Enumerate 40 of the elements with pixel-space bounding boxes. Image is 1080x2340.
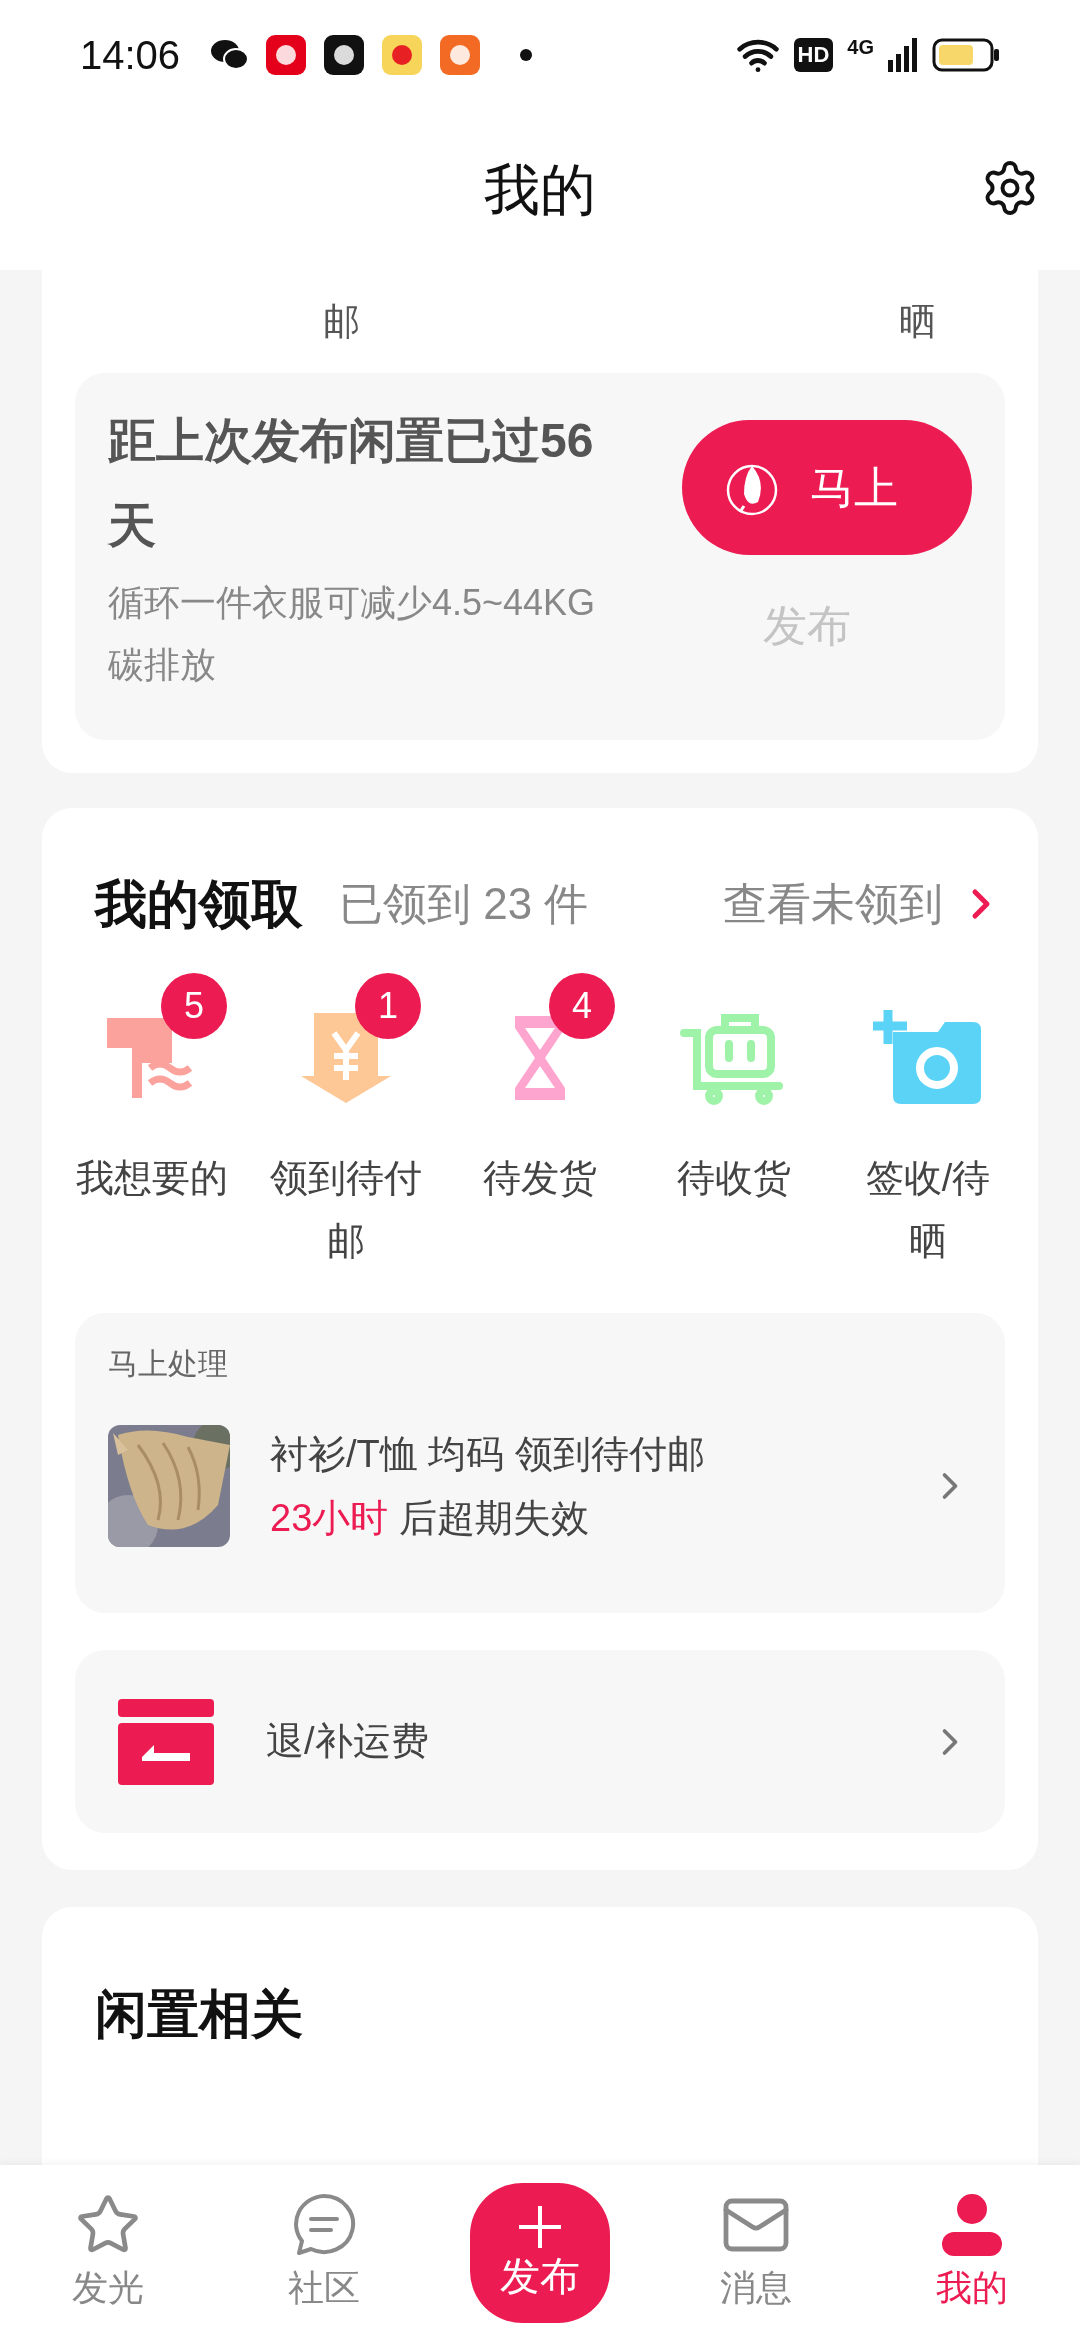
tab[interactable]: 社区 xyxy=(216,2165,432,2340)
reminder-subtitle: 循环一件衣服可减少4.5~44KG碳排放 xyxy=(108,581,597,687)
order-status-label: 晒 xyxy=(897,299,937,344)
view-unclaimed-link[interactable]: 查看未领到 xyxy=(723,871,1005,937)
app-icon xyxy=(324,35,365,75)
claim-status-button[interactable]: 待收货 xyxy=(637,969,831,1273)
battery-icon xyxy=(932,38,1000,72)
app-icon xyxy=(266,35,307,75)
order-status-label: 邮 xyxy=(322,299,361,344)
claim-status-button[interactable]: 5 我想要的 xyxy=(55,969,249,1273)
tab[interactable]: 我的 xyxy=(864,2165,1080,2340)
claim-status-button[interactable]: 签收/待晒 xyxy=(831,969,1025,1273)
plus-icon xyxy=(517,2203,563,2250)
pending-item[interactable]: 衬衫/T恤 均码 领到待付邮 23小时 后超期失效 xyxy=(108,1422,972,1550)
reminder-title: 距上次发布闲置已过56天 xyxy=(108,413,595,554)
count-badge: 1 xyxy=(355,973,421,1039)
claim-status-button[interactable]: 4 待发货 xyxy=(443,969,637,1273)
signal-icon xyxy=(888,38,918,72)
pending-heading: 马上处理 xyxy=(108,1347,228,1380)
network-type: 4G xyxy=(847,37,874,57)
chat-icon xyxy=(291,2192,357,2258)
count-badge: 4 xyxy=(549,973,615,1039)
person-icon xyxy=(939,2192,1005,2258)
tab[interactable]: 发光 xyxy=(0,2165,216,2340)
count-badge: 5 xyxy=(161,973,227,1039)
publish-tab[interactable]: 发布 xyxy=(470,2182,610,2323)
hd-badge: HD xyxy=(793,38,834,72)
app-icon xyxy=(382,35,423,75)
dot-icon xyxy=(520,49,533,61)
app-icon xyxy=(440,35,481,75)
status-time: 14:06 xyxy=(80,32,181,79)
shipping-fee-row[interactable]: 退/补运费 xyxy=(75,1650,1005,1833)
tab[interactable]: 消息 xyxy=(648,2165,864,2340)
publish-now-button[interactable]: 马上 xyxy=(682,420,972,555)
claim-status-button[interactable]: 1 领到待付邮 xyxy=(249,969,443,1273)
section-title: 我的领取 xyxy=(95,874,303,935)
page-title: 我的 xyxy=(484,157,596,223)
section-title: 闲置相关 xyxy=(95,1985,303,2043)
refund-box-icon xyxy=(118,1698,214,1785)
claimed-count: 已领到 23 件 xyxy=(339,878,589,930)
